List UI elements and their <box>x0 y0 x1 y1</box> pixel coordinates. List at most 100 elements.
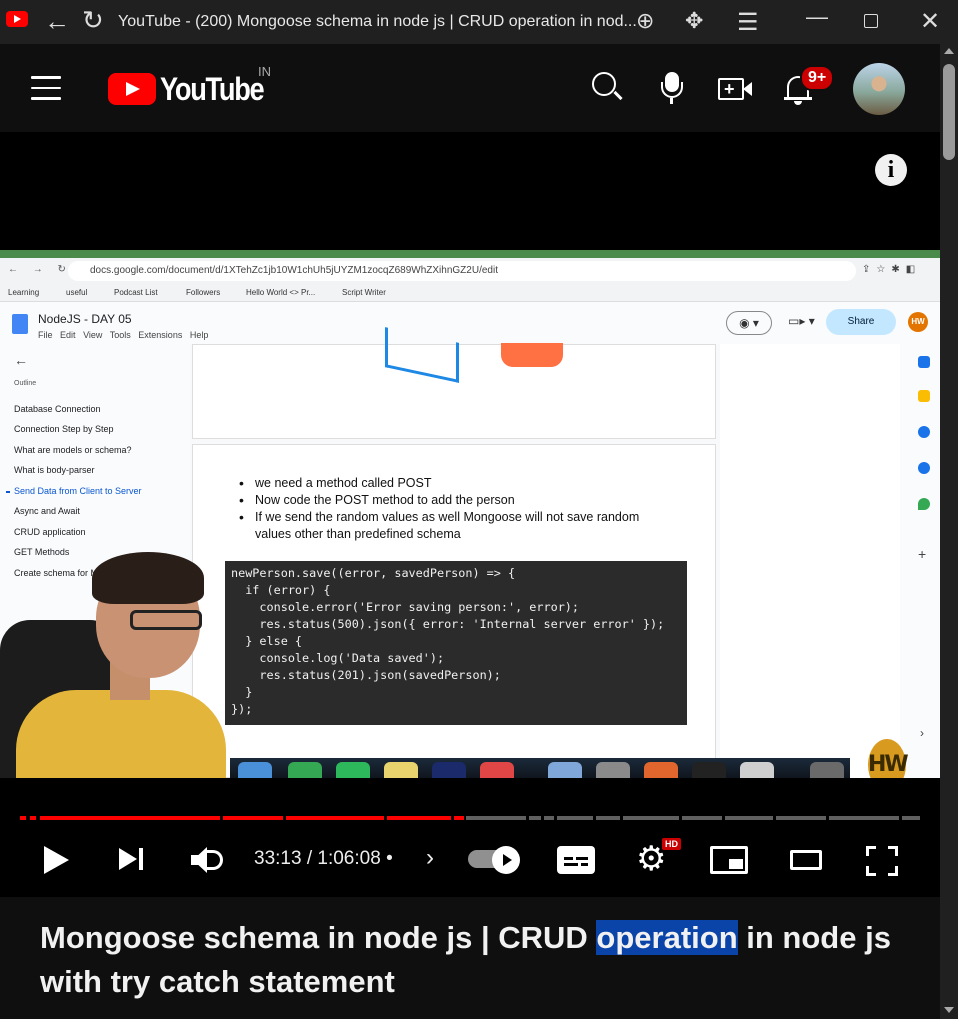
progress-unplayed-segment <box>725 816 773 820</box>
player-controls: 33:13 / 1:06:08 • › ⚙ HD <box>0 832 940 886</box>
progress-unplayed-segment <box>682 816 722 820</box>
extensions-icon[interactable]: ✥ <box>685 8 703 34</box>
recorded-docs-toolbar: NodeJS - DAY 05 File Edit View Tools Ext… <box>0 302 940 344</box>
progress-unplayed-segment <box>466 816 526 820</box>
outline-item: CRUD application <box>14 527 86 537</box>
progress-bar[interactable] <box>20 816 920 820</box>
recorded-browser-tabs <box>0 250 940 258</box>
country-code: IN <box>258 64 271 79</box>
code-line: console.log('Data saved'); <box>231 651 445 665</box>
selected-text: operation <box>596 920 738 955</box>
play-icon[interactable] <box>44 846 69 874</box>
progress-unplayed-segment <box>776 816 826 820</box>
scroll-up-arrow-icon[interactable] <box>944 48 954 54</box>
doc-menu-item: File <box>38 330 53 340</box>
doc-menu-item: Help <box>189 330 209 340</box>
code-line: newPerson.save((error, savedPerson) => { <box>231 566 516 580</box>
chapter-chevron-icon[interactable]: › <box>426 844 434 872</box>
video-player[interactable]: i ← → ↻ docs.google.com/document/d/1XTeh… <box>0 132 940 897</box>
dock-app-icon <box>432 762 466 778</box>
progress-played-segment <box>387 816 451 820</box>
outline-item-active: Send Data from Client to Server <box>14 486 142 496</box>
scroll-down-arrow-icon[interactable] <box>944 1007 954 1013</box>
chapter-separator: • <box>386 848 393 869</box>
progress-played-segment <box>286 816 384 820</box>
outline-item: What is body-parser <box>14 465 95 475</box>
progress-played-segment <box>223 816 283 820</box>
subtitles-icon[interactable] <box>557 846 595 874</box>
presenter-hair <box>92 552 204 604</box>
recorded-bookmarks-bar: Learning useful Podcast List Followers H… <box>0 284 940 302</box>
zoom-icon[interactable]: ⊕ <box>636 8 654 34</box>
info-icon[interactable]: i <box>875 154 907 186</box>
reload-icon[interactable]: ↻ <box>82 7 104 33</box>
doc-menu-item: View <box>83 330 103 340</box>
volume-icon[interactable] <box>191 846 225 874</box>
dock-app-icon <box>644 762 678 778</box>
rail-expand-icon: › <box>920 726 924 740</box>
notification-badge: 9+ <box>800 65 835 91</box>
progress-unplayed-segment <box>623 816 679 820</box>
dock-app-icon <box>810 762 844 778</box>
outline-item: Async and Await <box>14 506 80 516</box>
view-mode-icon: ◉ ▾ <box>726 311 772 335</box>
progress-unplayed-segment <box>902 816 920 820</box>
contacts-icon <box>918 462 930 474</box>
close-window-button[interactable]: ✕ <box>920 7 940 36</box>
doc-menu-item: Tools <box>109 330 131 340</box>
code-line: } else { <box>231 634 303 648</box>
outline-back-icon: ← <box>14 352 28 368</box>
progress-played-segment <box>454 816 464 820</box>
page-scrollbar[interactable] <box>940 44 958 1019</box>
doc-side-rail: + › <box>900 344 940 778</box>
doc-menu-item: Edit <box>60 330 76 340</box>
back-arrow-icon[interactable]: ← <box>44 8 70 34</box>
outline-item: What are models or schema? <box>14 445 132 455</box>
doc-menu-item: Extensions <box>138 330 183 340</box>
meet-icon: ▭▸ ▾ <box>788 314 815 328</box>
dock-app-icon <box>692 762 726 778</box>
youtube-logo-text[interactable]: YouTube <box>160 71 265 108</box>
miniplayer-icon[interactable] <box>710 846 748 874</box>
maximize-button[interactable] <box>864 14 878 28</box>
avatar[interactable] <box>853 63 905 115</box>
scrollbar-thumb[interactable] <box>943 64 955 160</box>
microphone-icon[interactable] <box>660 70 684 106</box>
bookmark: Followers <box>186 288 221 297</box>
bookmark: Hello World <> Pr... <box>246 288 316 297</box>
progress-played-segment <box>30 816 36 820</box>
bookmark: Podcast List <box>114 288 158 297</box>
bullet-item: If we send the random values as well Mon… <box>239 509 659 543</box>
bullet-item: Now code the POST method to add the pers… <box>239 492 659 509</box>
theater-mode-icon[interactable] <box>790 850 822 870</box>
fullscreen-icon[interactable] <box>866 846 898 876</box>
autoplay-toggle[interactable] <box>468 846 522 874</box>
youtube-logo-icon[interactable] <box>108 73 156 105</box>
dock-app-icon <box>238 762 272 778</box>
progress-unplayed-segment <box>529 816 541 820</box>
doc-canvas: we need a method called POST Now code th… <box>190 327 720 778</box>
minimize-button[interactable]: — <box>806 4 828 30</box>
dock-app-icon <box>336 762 370 778</box>
code-line: res.status(201).json(savedPerson); <box>231 668 501 682</box>
time-text: 33:13 / 1:06:08 <box>254 848 381 869</box>
dock-app-icon <box>740 762 774 778</box>
hamburger-menu-icon[interactable] <box>31 76 61 108</box>
youtube-favicon-icon <box>6 11 28 27</box>
browser-menu-icon[interactable]: ☰ <box>737 8 759 37</box>
progress-played-segment <box>20 816 26 820</box>
create-video-icon[interactable]: + <box>718 76 752 102</box>
code-line: console.error('Error saving person:', er… <box>231 600 580 614</box>
recorded-dock <box>230 758 850 778</box>
bookmark: Learning <box>8 288 40 297</box>
code-line: } <box>231 685 253 699</box>
search-icon[interactable] <box>590 70 623 102</box>
presenter-webcam <box>0 550 230 778</box>
dock-app-icon <box>384 762 418 778</box>
recorded-nav-icons: ← → ↻ <box>8 264 72 275</box>
calendar-icon <box>918 356 930 368</box>
google-docs-icon <box>12 314 28 334</box>
bullet-item: we need a method called POST <box>239 475 659 492</box>
doc-share-button: Share <box>826 309 896 335</box>
code-snippet: newPerson.save((error, savedPerson) => {… <box>225 561 687 725</box>
